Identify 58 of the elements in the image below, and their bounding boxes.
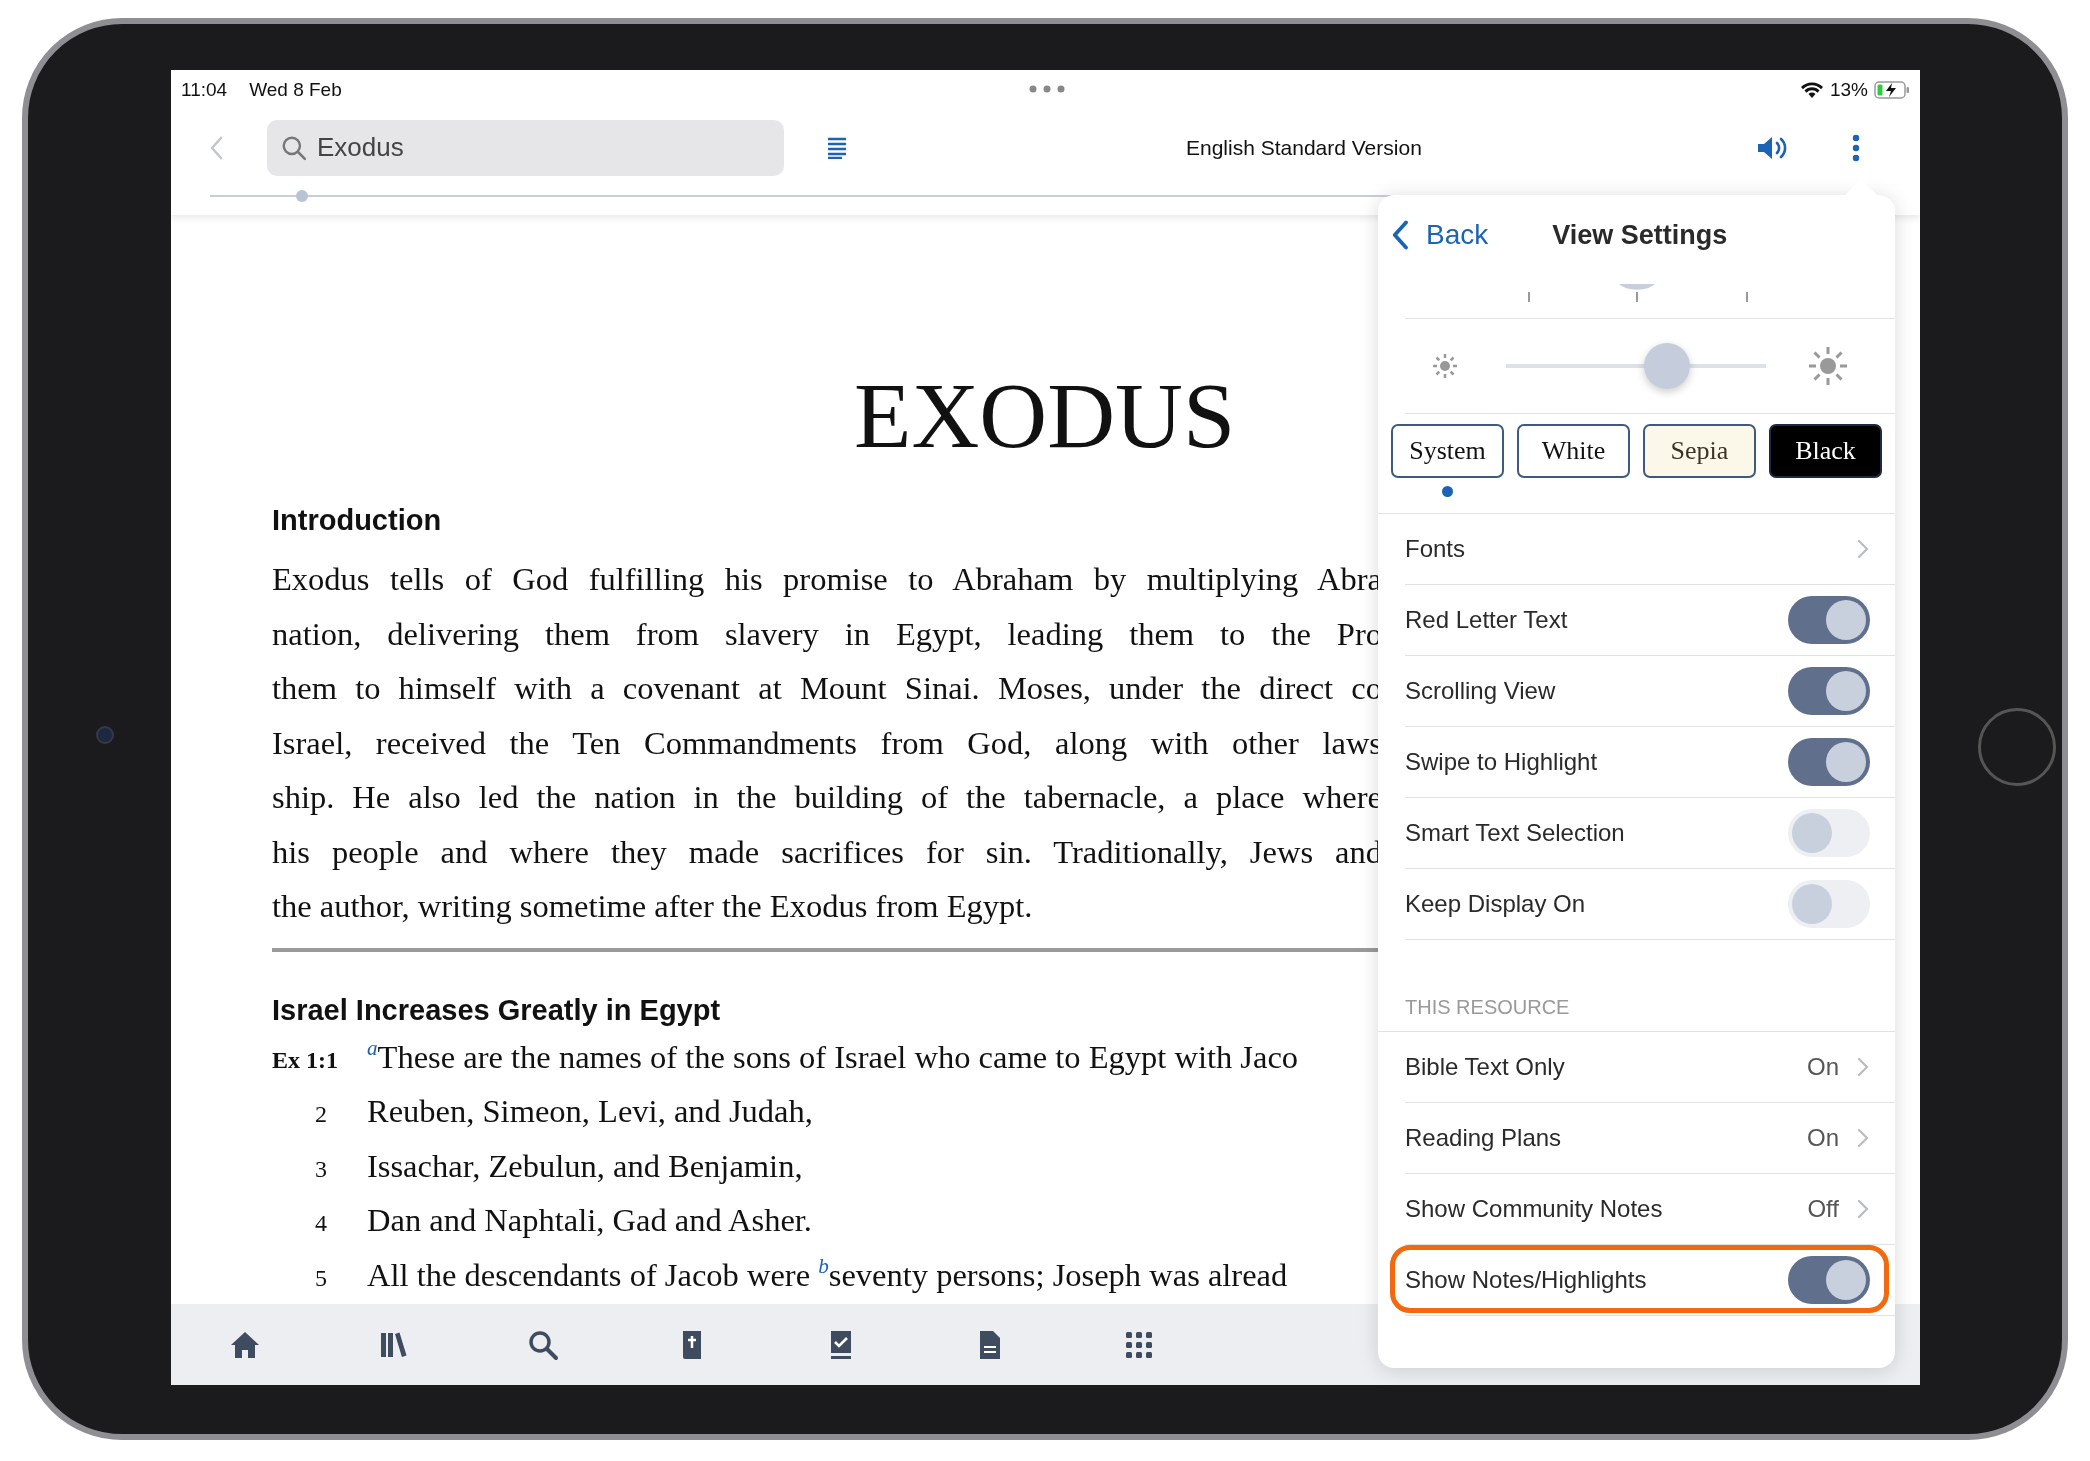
status-time: 11:04 — [181, 79, 228, 101]
paragraph-line: the author, writing sometime after the Exodus from Egypt. — [272, 887, 1034, 926]
toggle-switch[interactable] — [1788, 1256, 1870, 1304]
theme-button[interactable]: Black — [1769, 424, 1882, 478]
verse-text: All the descendants of Jacob were $^{b}$seventy persons; Joseph was alread — [367, 1252, 1288, 1295]
search-field[interactable]: Exodus — [267, 119, 784, 176]
verse-number[interactable]: 4 — [272, 1211, 367, 1235]
verse-number[interactable]: 2 — [272, 1102, 367, 1126]
setting-label: Bible Text Only — [1405, 1053, 1566, 1081]
section-header: THIS RESOURCE — [1405, 996, 1570, 1019]
verse-text: Dan and Naphtali, Gad and Asher. — [367, 1201, 812, 1240]
setting-label: Swipe to Highlight — [1405, 748, 1599, 776]
status-date: Wed 8 Feb — [249, 79, 342, 101]
version-title[interactable]: English Standard Version — [1186, 135, 1422, 160]
multitask-dots-icon[interactable] — [1029, 85, 1065, 93]
battery-charging-icon — [1874, 81, 1910, 99]
camera-dot — [96, 726, 114, 744]
back-chevron-icon — [1392, 220, 1410, 250]
bright-brightness-icon — [1808, 346, 1848, 386]
toggle-switch[interactable] — [1788, 738, 1870, 786]
verse-number[interactable]: 3 — [272, 1156, 367, 1181]
theme-button[interactable]: Sepia — [1643, 424, 1756, 478]
wifi-icon — [1799, 81, 1824, 99]
setting-label: Show Notes/Highlights — [1405, 1266, 1648, 1294]
verse-text: $^{a}$These are the names of the sons of Israel who came to Egypt with Jaco — [367, 1034, 1299, 1077]
verse-number[interactable]: Ex 1:1 — [272, 1047, 367, 1072]
slider-thumb[interactable] — [1644, 343, 1691, 389]
toggle-switch[interactable] — [1788, 809, 1870, 857]
panel-title: View Settings — [1552, 219, 1728, 251]
search-icon[interactable] — [527, 1328, 559, 1361]
theme-button[interactable]: System — [1391, 424, 1504, 478]
battery-percent: 13% — [1829, 79, 1868, 101]
setting-label: Fonts — [1405, 535, 1467, 563]
setting-value: On — [1807, 1053, 1839, 1081]
more-options-icon[interactable] — [1851, 133, 1860, 162]
book-title: EXODUS — [853, 365, 1237, 465]
outline-list-icon[interactable] — [827, 136, 847, 159]
search-icon — [281, 134, 307, 161]
dim-brightness-icon — [1431, 352, 1459, 380]
theme-button[interactable]: White — [1517, 424, 1630, 478]
toggle-switch[interactable] — [1788, 596, 1870, 644]
toggle-switch[interactable] — [1788, 667, 1870, 715]
section-heading: Israel Increases Greatly in Egypt — [272, 992, 722, 1028]
verse-number[interactable]: 5 — [272, 1265, 367, 1290]
section-heading: Introduction — [272, 503, 443, 538]
setting-label: Reading Plans — [1405, 1124, 1563, 1152]
setting-value: On — [1807, 1124, 1839, 1152]
setting-label: Scrolling View — [1405, 677, 1557, 705]
setting-label: Keep Display On — [1405, 890, 1587, 918]
verse-text: Reuben, Simeon, Levi, and Judah, — [367, 1092, 813, 1131]
setting-label: Show Community Notes — [1405, 1195, 1664, 1223]
toggle-switch[interactable] — [1788, 880, 1870, 928]
paragraph-line: ship. He also led the nation in the building of the tabernacle, a place where — [272, 778, 1382, 817]
setting-label: Smart Text Selection — [1405, 819, 1626, 847]
verse-text: Issachar, Zebulun, and Benjamin, — [367, 1146, 803, 1186]
setting-label: Red Letter Text — [1405, 606, 1569, 634]
setting-value: Off — [1807, 1195, 1839, 1223]
back-link[interactable]: Back — [1392, 219, 1489, 251]
